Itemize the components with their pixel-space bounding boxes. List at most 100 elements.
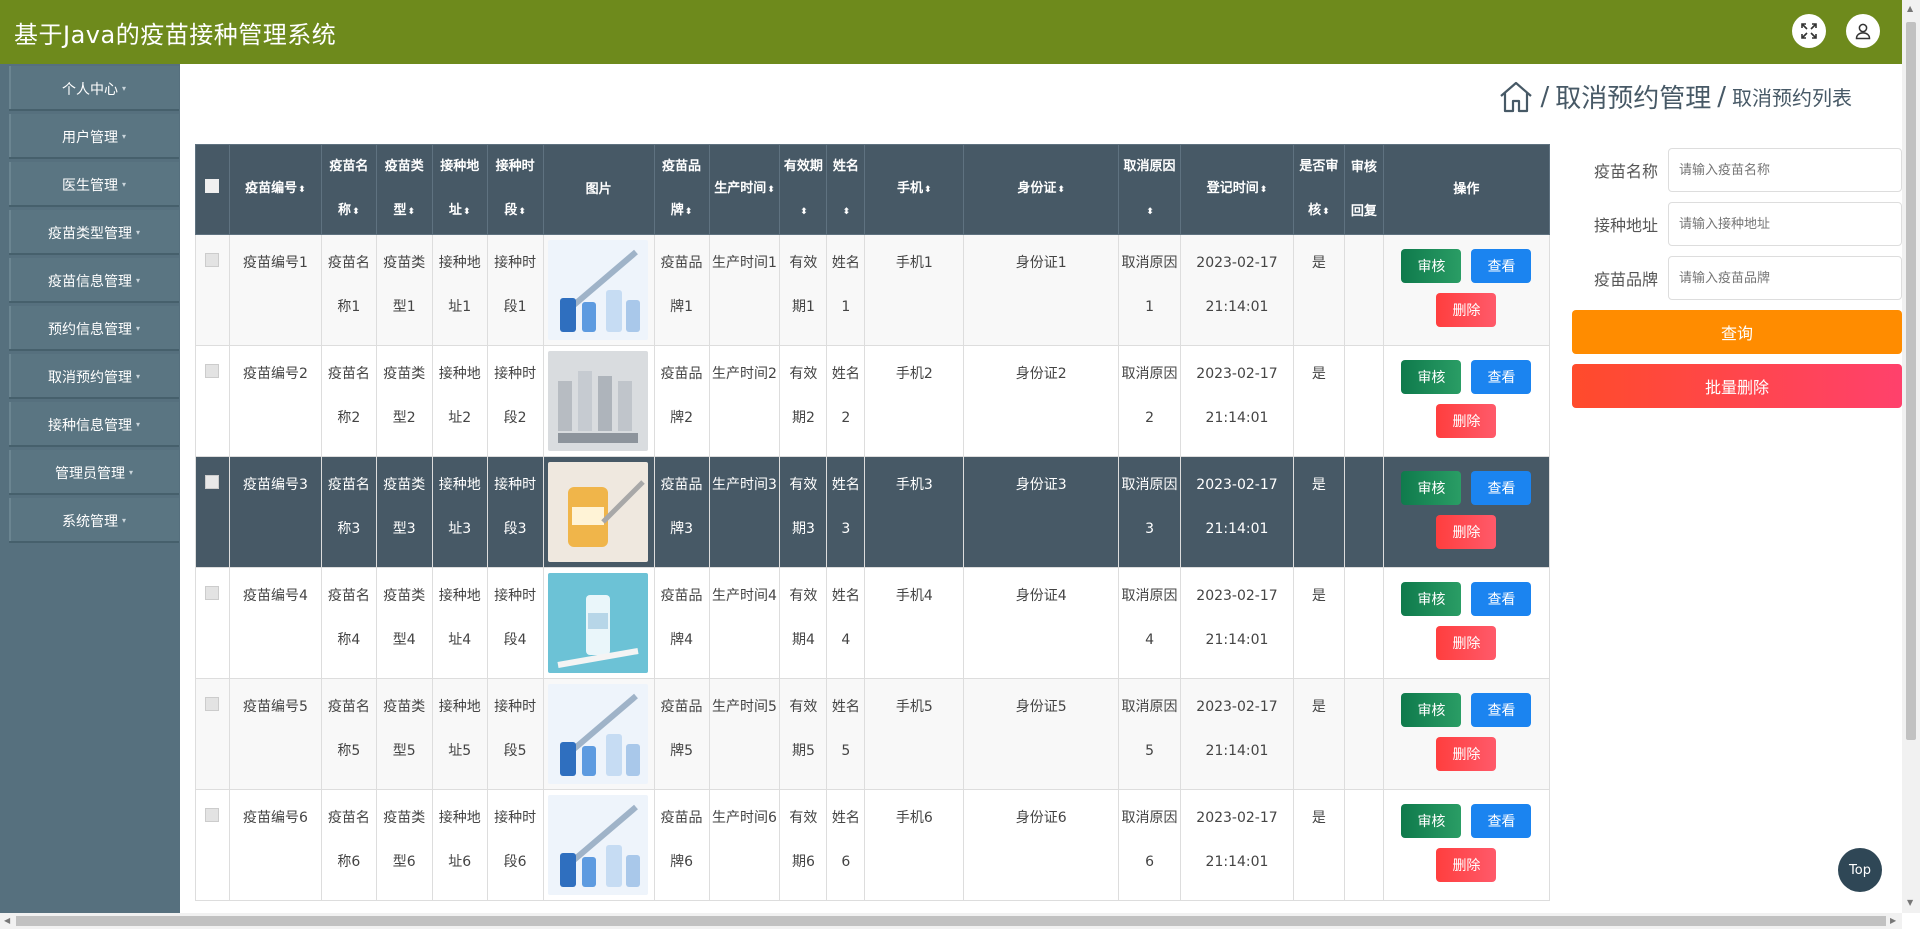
select-all-checkbox[interactable] (205, 178, 220, 193)
search-input-2[interactable] (1668, 256, 1902, 300)
row-checkbox[interactable] (205, 697, 220, 711)
view-button[interactable]: 查看 (1471, 804, 1532, 838)
audit-button[interactable]: 审核 (1401, 360, 1462, 394)
row-checkbox[interactable] (205, 253, 220, 267)
row-checkbox[interactable] (205, 586, 220, 600)
column-header-code[interactable]: 疫苗编号⬍ (228, 144, 322, 235)
sort-icon[interactable]: ⬍ (408, 207, 416, 217)
sort-icon[interactable]: ⬍ (463, 207, 471, 217)
sidebar-item-2[interactable]: 医生管理 ▾ (9, 162, 179, 207)
table-row[interactable]: 疫苗编号2 疫苗名称2 疫苗类型2 接种地址2 接种时段2 疫苗品牌2 生产时间2 有效期2 姓… (195, 345, 1550, 457)
cell-reply (1343, 345, 1384, 457)
table-row[interactable]: 疫苗编号6 疫苗名称6 疫苗类型6 接种地址6 接种时段6 疫苗品牌6 生产时间6 有效期6 姓… (195, 789, 1550, 901)
row-checkbox[interactable] (205, 364, 220, 378)
column-header-audited[interactable]: 是否审核⬍ (1292, 144, 1345, 235)
audit-button[interactable]: 审核 (1401, 471, 1462, 505)
search-input-1[interactable] (1668, 202, 1902, 246)
home-icon[interactable] (1498, 79, 1534, 115)
sidebar-item-5[interactable]: 预约信息管理 ▾ (9, 306, 179, 351)
column-header-reason[interactable]: 取消原因 ⬍ (1118, 144, 1182, 235)
delete-button[interactable]: 删除 (1436, 404, 1497, 438)
delete-button[interactable]: 删除 (1436, 626, 1497, 660)
column-header-slot[interactable]: 接种时段⬍ (486, 144, 544, 235)
sort-icon[interactable]: ⬍ (843, 207, 851, 217)
horizontal-scroll-thumb[interactable] (16, 916, 1886, 926)
sidebar-item-0[interactable]: 个人中心 ▾ (9, 66, 179, 111)
vaccine-image[interactable] (547, 684, 648, 784)
cell-idcard: 身份证2 (963, 345, 1120, 457)
vaccine-image[interactable] (547, 573, 648, 673)
column-header-ops: 操作 (1382, 144, 1550, 235)
sort-icon[interactable]: ⬍ (800, 207, 808, 217)
cell-brand: 疫苗品牌1 (653, 234, 710, 346)
column-header-produced[interactable]: 生产时间⬍ (708, 144, 781, 235)
sidebar-item-4[interactable]: 疫苗信息管理 ▾ (9, 258, 179, 303)
row-checkbox[interactable] (205, 475, 220, 489)
query-button[interactable]: 查询 (1572, 310, 1902, 354)
table-row[interactable]: 疫苗编号4 疫苗名称4 疫苗类型4 接种地址4 接种时段4 疫苗品牌4 生产时间4 有效期4 姓… (195, 567, 1550, 679)
breadcrumb-main[interactable]: 取消预约管理 (1555, 78, 1711, 115)
view-button[interactable]: 查看 (1471, 471, 1532, 505)
sidebar-item-label: 医生管理 (61, 177, 118, 194)
row-checkbox[interactable] (205, 808, 220, 822)
column-header-addr[interactable]: 接种地址⬍ (431, 144, 488, 235)
delete-button[interactable]: 删除 (1436, 848, 1497, 882)
cell-image (542, 234, 655, 346)
column-header-regtime[interactable]: 登记时间⬍ (1180, 144, 1294, 235)
cell-valid: 有效期4 (779, 567, 828, 679)
sort-icon[interactable]: ⬍ (924, 185, 932, 195)
table-row[interactable]: 疫苗编号5 疫苗名称5 疫苗类型5 接种地址5 接种时段5 疫苗品牌5 生产时间5 有效期5 姓… (195, 678, 1550, 790)
column-header-phone[interactable]: 手机⬍ (864, 144, 965, 235)
view-button[interactable]: 查看 (1471, 582, 1532, 616)
scroll-right-icon[interactable]: ▶ (1890, 916, 1896, 925)
vaccine-image[interactable] (547, 462, 648, 562)
sort-icon[interactable]: ⬍ (1146, 207, 1154, 217)
sort-icon[interactable]: ⬍ (298, 185, 306, 195)
sort-icon[interactable]: ⬍ (685, 207, 693, 217)
table-row[interactable]: 疫苗编号1 疫苗名称1 疫苗类型1 接种地址1 接种时段1 疫苗品牌1 生产时间1 有效期1 姓… (195, 234, 1550, 346)
batch-delete-button[interactable]: 批量删除 (1572, 364, 1902, 408)
search-input-0[interactable] (1668, 148, 1902, 192)
column-header-name[interactable]: 疫苗名称⬍ (320, 144, 377, 235)
sort-icon[interactable]: ⬍ (1322, 207, 1330, 217)
scroll-down-icon[interactable]: ▼ (1907, 898, 1913, 907)
sort-icon[interactable]: ⬍ (1260, 185, 1268, 195)
column-header-type[interactable]: 疫苗类型⬍ (375, 144, 433, 235)
delete-button[interactable]: 删除 (1436, 737, 1497, 771)
audit-button[interactable]: 审核 (1401, 804, 1462, 838)
audit-button[interactable]: 审核 (1401, 693, 1462, 727)
view-button[interactable]: 查看 (1471, 693, 1532, 727)
back-to-top-button[interactable]: Top (1838, 848, 1882, 892)
delete-button[interactable]: 删除 (1436, 515, 1497, 549)
vaccine-image[interactable] (547, 795, 648, 895)
audit-button[interactable]: 审核 (1401, 249, 1462, 283)
sidebar-item-9[interactable]: 系统管理 ▾ (9, 498, 179, 543)
vertical-scrollbar[interactable]: ▲ ▼ (1902, 0, 1920, 913)
column-header-idcard[interactable]: 身份证⬍ (963, 144, 1120, 235)
column-header-pname[interactable]: 姓名 ⬍ (826, 144, 866, 235)
sidebar-item-8[interactable]: 管理员管理 ▾ (9, 450, 179, 495)
sort-icon[interactable]: ⬍ (518, 207, 526, 217)
sidebar-item-3[interactable]: 疫苗类型管理 ▾ (9, 210, 179, 255)
scroll-up-icon[interactable]: ▲ (1907, 4, 1913, 13)
fullscreen-button[interactable] (1792, 14, 1826, 48)
vaccine-image[interactable] (547, 240, 648, 340)
sort-icon[interactable]: ⬍ (1057, 185, 1065, 195)
user-button[interactable] (1846, 14, 1880, 48)
sidebar-item-6[interactable]: 取消预约管理 ▾ (9, 354, 179, 399)
audit-button[interactable]: 审核 (1401, 582, 1462, 616)
table-row[interactable]: 疫苗编号3 疫苗名称3 疫苗类型3 接种地址3 接种时段3 疫苗品牌3 生产时间3 有效期3 姓… (195, 456, 1550, 568)
vertical-scroll-thumb[interactable] (1906, 22, 1916, 740)
column-header-brand[interactable]: 疫苗品牌⬍ (653, 144, 710, 235)
vaccine-image[interactable] (547, 351, 648, 451)
horizontal-scrollbar[interactable]: ◀ ▶ (0, 913, 1902, 929)
view-button[interactable]: 查看 (1471, 360, 1532, 394)
sidebar-item-1[interactable]: 用户管理 ▾ (9, 114, 179, 159)
delete-button[interactable]: 删除 (1436, 293, 1497, 327)
sort-icon[interactable]: ⬍ (352, 207, 360, 217)
view-button[interactable]: 查看 (1471, 249, 1532, 283)
sidebar-item-7[interactable]: 接种信息管理 ▾ (9, 402, 179, 447)
column-header-valid[interactable]: 有效期 ⬍ (779, 144, 828, 235)
sort-icon[interactable]: ⬍ (767, 185, 775, 195)
scroll-left-icon[interactable]: ◀ (4, 916, 10, 925)
